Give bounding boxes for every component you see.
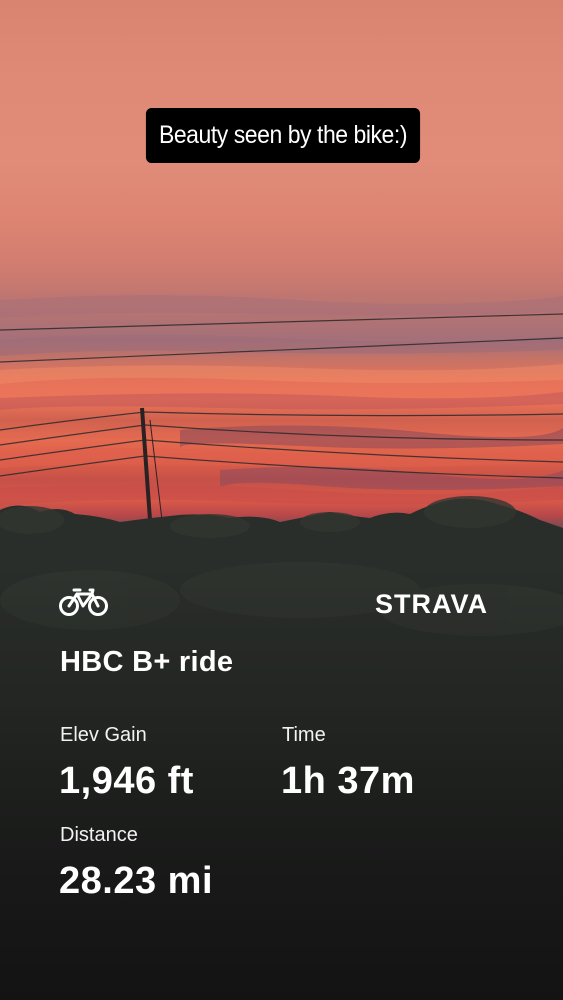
elev-gain-label: Elev Gain bbox=[60, 724, 147, 746]
activity-title: HBC B+ ride bbox=[60, 646, 234, 678]
bike-icon bbox=[59, 588, 108, 616]
story-canvas: Beauty seen by the bike:) STRAVA HBC B+ … bbox=[0, 0, 563, 1000]
distance-label: Distance bbox=[60, 824, 138, 846]
elev-gain-value: 1,946 ft bbox=[59, 760, 194, 802]
time-label: Time bbox=[282, 724, 326, 746]
time-value: 1h 37m bbox=[281, 760, 415, 802]
distance-value: 28.23 mi bbox=[59, 860, 213, 902]
caption-sticker[interactable]: Beauty seen by the bike:) bbox=[145, 108, 421, 163]
strava-logo: STRAVA bbox=[375, 589, 488, 619]
